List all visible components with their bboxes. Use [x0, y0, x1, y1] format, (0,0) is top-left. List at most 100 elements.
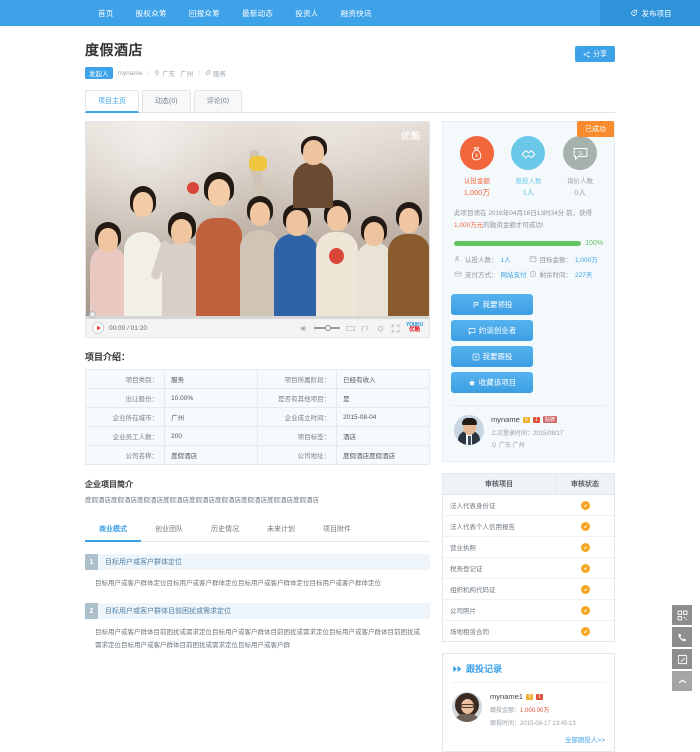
audit-item-name: 营业执照 [450, 545, 476, 553]
meta-divider-2: | [198, 69, 200, 77]
nav-item-investors[interactable]: 投资人 [295, 8, 318, 19]
lead-invest-label: 我要领投 [482, 300, 513, 310]
play-button[interactable] [92, 322, 104, 334]
people-icon [454, 256, 460, 262]
video-screen[interactable]: 优酷 [86, 122, 429, 318]
detail-value: 网站支付 [500, 272, 527, 280]
nav-item-home[interactable]: 首页 [98, 8, 114, 19]
info-value: 服务 [164, 369, 258, 389]
project-meta: 发起人 myname | 广东 广州 | 服务 [85, 67, 226, 79]
video-player[interactable]: 优酷 00:00 / 01:20 YOUKU 优酷 [85, 121, 430, 338]
meet-founder-button[interactable]: 约谈创业者 [451, 320, 533, 342]
audit-table: 审核项目 审核状态 法人代表身份证 法人代表个人信用报告 营业执照 税务登记证 [442, 473, 615, 643]
investor-name[interactable]: myname1 [490, 692, 523, 701]
audit-col-status: 审核状态 [571, 481, 599, 489]
share-video-icon[interactable] [361, 324, 370, 333]
table-row: 公司名称： 度假酒店 公司地址： 度假酒店度假酒店 [84, 445, 430, 465]
all-investors-link[interactable]: 全部跟投人>> [452, 734, 605, 744]
publish-project-button[interactable]: 发布项目 [600, 0, 700, 26]
settings-icon[interactable] [376, 324, 385, 333]
favorite-project-button[interactable]: 收藏该项目 [451, 372, 533, 394]
audit-item-status [556, 626, 614, 636]
audit-item-status [556, 542, 614, 552]
hd-quality-icon[interactable] [346, 324, 355, 333]
tab-history[interactable]: 历史情况 [197, 518, 253, 541]
follow-icon [472, 353, 479, 361]
owner-name[interactable]: myname [118, 70, 143, 77]
table-row: 场地租赁合同 [443, 621, 614, 641]
table-row: 组织机构代码证 [443, 579, 614, 601]
follow-invest-button[interactable]: 我要跟投 [451, 346, 533, 368]
chat-icon [468, 328, 476, 335]
detail-value: 227天 [575, 272, 593, 280]
owner-card: myname V 1 贴牌 上次登录时间：2015/08/17 广东 广州 [451, 405, 606, 452]
location-meta: 广东 [154, 68, 175, 78]
feedback-button[interactable] [672, 649, 692, 669]
funding-progress: 100% [451, 240, 606, 247]
tab-business-model[interactable]: 商业模式 [85, 518, 141, 543]
table-row: 法人代表个人信用报告 [443, 516, 614, 538]
level-badge: 1 [533, 416, 540, 423]
info-label: 项目标签： [256, 426, 338, 446]
owner-location: 广东 广州 [499, 443, 525, 450]
project-header: 度假酒店 发起人 myname | 广东 广州 | 服务 分享 [85, 26, 615, 79]
lead-invest-button[interactable]: 我要领投 [451, 294, 533, 316]
audit-item-name: 公司照片 [450, 608, 476, 616]
follow-time-value: 2015-08-17 13:45:13 [520, 721, 576, 728]
video-seek-handle[interactable] [89, 311, 96, 318]
tab-future-plan[interactable]: 未来计划 [253, 518, 309, 541]
table-row: 营业执照 [443, 537, 614, 559]
deadline-suffix: 的融资金额才可成功! [483, 221, 544, 229]
status-badge: 已成功 [577, 121, 614, 137]
detail-label: 认投人数： [465, 257, 498, 265]
volume-icon[interactable] [299, 324, 308, 333]
meta-divider-1: | [147, 69, 150, 77]
video-prop [249, 156, 267, 171]
funding-stats-panel: 已成功 $ 认投金额 1,000万 限投人数 1人 S 询价人数 0人 此项目须… [442, 121, 615, 463]
table-row: 出让股份： 10.00% 是否有其他项目： 是 [84, 388, 430, 408]
phone-button[interactable] [672, 627, 692, 647]
nav-item-financing-flash[interactable]: 融资快讯 [341, 8, 372, 19]
volume-handle[interactable] [324, 324, 331, 331]
stat-value: 0人 [574, 188, 586, 197]
nav-item-equity-crowdfunding[interactable]: 股权众筹 [136, 8, 167, 19]
launcher-badge: 发起人 [85, 67, 113, 79]
volume-slider[interactable] [313, 324, 340, 331]
video-prop [187, 182, 199, 194]
follow-time-label: 跟投时间： [490, 721, 521, 728]
info-label: 企业成立时间： [256, 407, 338, 427]
page-title: 度假酒店 [85, 42, 143, 58]
table-row: 企业所在城市： 广州 企业成立时间： 2015-08-04 [84, 407, 430, 427]
owner-location-row: 广东 广州 [491, 440, 563, 449]
video-person [291, 130, 335, 318]
tab-project-home[interactable]: 项目主页 [85, 90, 139, 113]
rocket-icon [630, 9, 637, 16]
progress-bar-fill [454, 241, 582, 247]
avatar[interactable] [452, 692, 482, 723]
audit-item-status [556, 605, 614, 615]
table-row: 法人代表身份证 [443, 495, 614, 517]
tab-startup-team[interactable]: 创业团队 [141, 518, 197, 541]
verified-badge: V [522, 416, 531, 423]
nav-item-reward-crowdfunding[interactable]: 回报众筹 [189, 8, 220, 19]
fullscreen-icon[interactable] [391, 324, 400, 333]
scroll-top-icon [678, 678, 686, 683]
deadline-text: 此项目须在 2016年04月16日13时34分 前，获得 1,000万元的融资金… [451, 208, 606, 231]
video-controls: 00:00 / 01:20 YOUKU 优酷 [86, 311, 429, 337]
qrcode-button[interactable] [672, 605, 692, 625]
avatar[interactable] [454, 415, 484, 446]
video-seek-bar[interactable] [86, 311, 429, 319]
share-button[interactable]: 分享 [575, 46, 615, 62]
tab-updates[interactable]: 动态(0) [142, 90, 191, 112]
owner-card-name[interactable]: myname [491, 415, 520, 424]
scroll-top-button[interactable] [672, 671, 692, 691]
tab-attachments[interactable]: 项目附件 [309, 518, 365, 541]
progress-bar-track [454, 241, 582, 247]
nav-item-latest-news[interactable]: 最新动态 [242, 8, 273, 19]
detail-label: 目标金额： [539, 257, 573, 265]
detail-label: 剩余时间： [539, 272, 573, 280]
location-pin-icon [492, 442, 496, 448]
city-label: 广州 [180, 71, 194, 78]
tab-comments[interactable]: 评论(0) [193, 90, 243, 112]
content-block-header: 1 目标用户或客户群体定位 [85, 554, 430, 571]
